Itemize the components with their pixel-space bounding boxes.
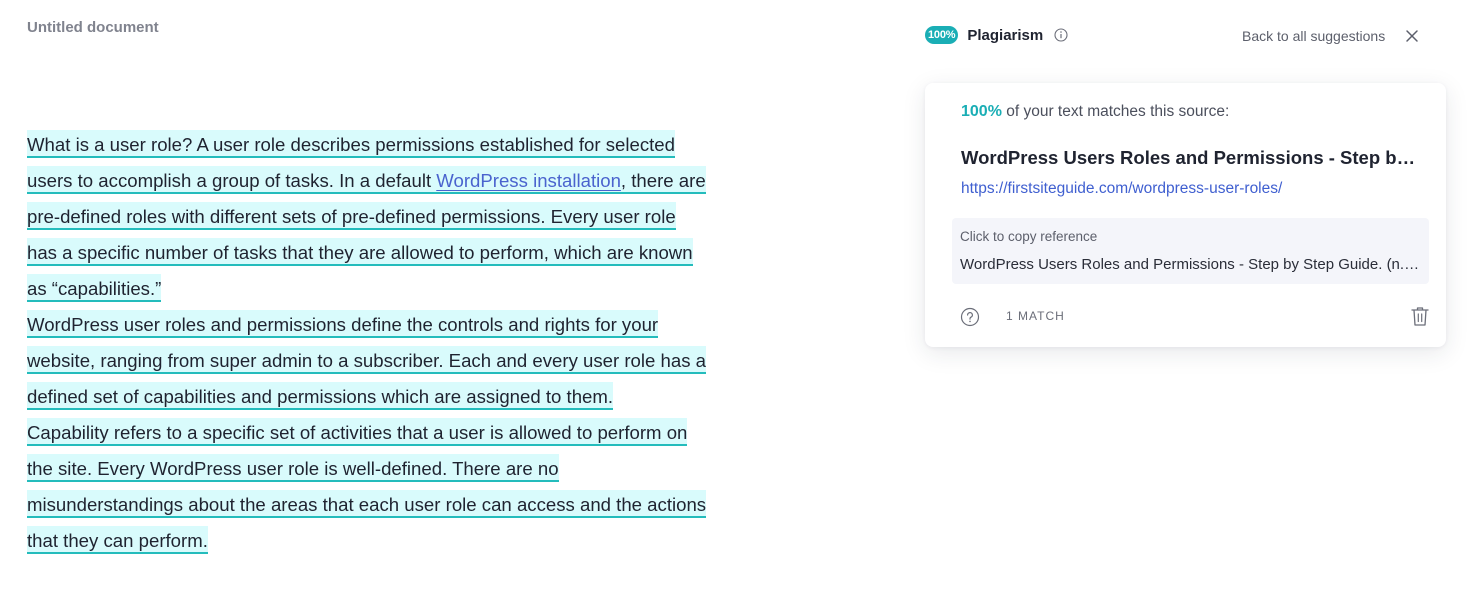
app-page: Untitled document What is a user role? A… <box>0 0 1478 590</box>
plagiarism-score-badge: 100% <box>925 26 959 44</box>
highlighted-text[interactable]: WordPress user roles and permissions def… <box>27 310 707 410</box>
wordpress-installation-link[interactable]: WordPress installation <box>436 170 621 191</box>
paragraph-3[interactable]: Capability refers to a specific set of a… <box>27 415 707 559</box>
match-percent: 100% <box>961 103 1002 120</box>
help-icon[interactable] <box>960 307 980 327</box>
paragraph-1[interactable]: What is a user role? A user role describ… <box>27 127 707 307</box>
match-summary-text: of your text matches this source: <box>1001 103 1230 120</box>
source-title: WordPress Users Roles and Permissions - … <box>961 147 1421 168</box>
paragraph-2[interactable]: WordPress user roles and permissions def… <box>27 307 707 415</box>
trash-icon[interactable] <box>1410 305 1430 327</box>
close-icon[interactable] <box>1404 28 1420 44</box>
highlighted-text[interactable]: What is a user role? A user role describ… <box>27 130 706 302</box>
info-icon[interactable] <box>1054 28 1068 42</box>
match-summary: 100% of your text matches this source: <box>961 103 1229 121</box>
back-to-all-suggestions-link[interactable]: Back to all suggestions <box>1242 26 1385 46</box>
plagiarism-source-card: 100% of your text matches this source: W… <box>925 83 1446 347</box>
reference-text: WordPress Users Roles and Permissions - … <box>960 256 1425 273</box>
source-url-link[interactable]: https://firstsiteguide.com/wordpress-use… <box>961 180 1282 198</box>
panel-header: 100% Plagiarism <box>925 24 1068 46</box>
copy-reference-label: Click to copy reference <box>960 229 1098 244</box>
match-count: 1 MATCH <box>1006 309 1065 323</box>
document-title[interactable]: Untitled document <box>27 19 159 36</box>
panel-title: Plagiarism <box>967 26 1044 44</box>
highlighted-text[interactable]: Capability refers to a specific set of a… <box>27 418 707 554</box>
document-editor[interactable]: What is a user role? A user role describ… <box>27 127 707 559</box>
copy-reference-box[interactable]: Click to copy reference WordPress Users … <box>952 218 1429 284</box>
